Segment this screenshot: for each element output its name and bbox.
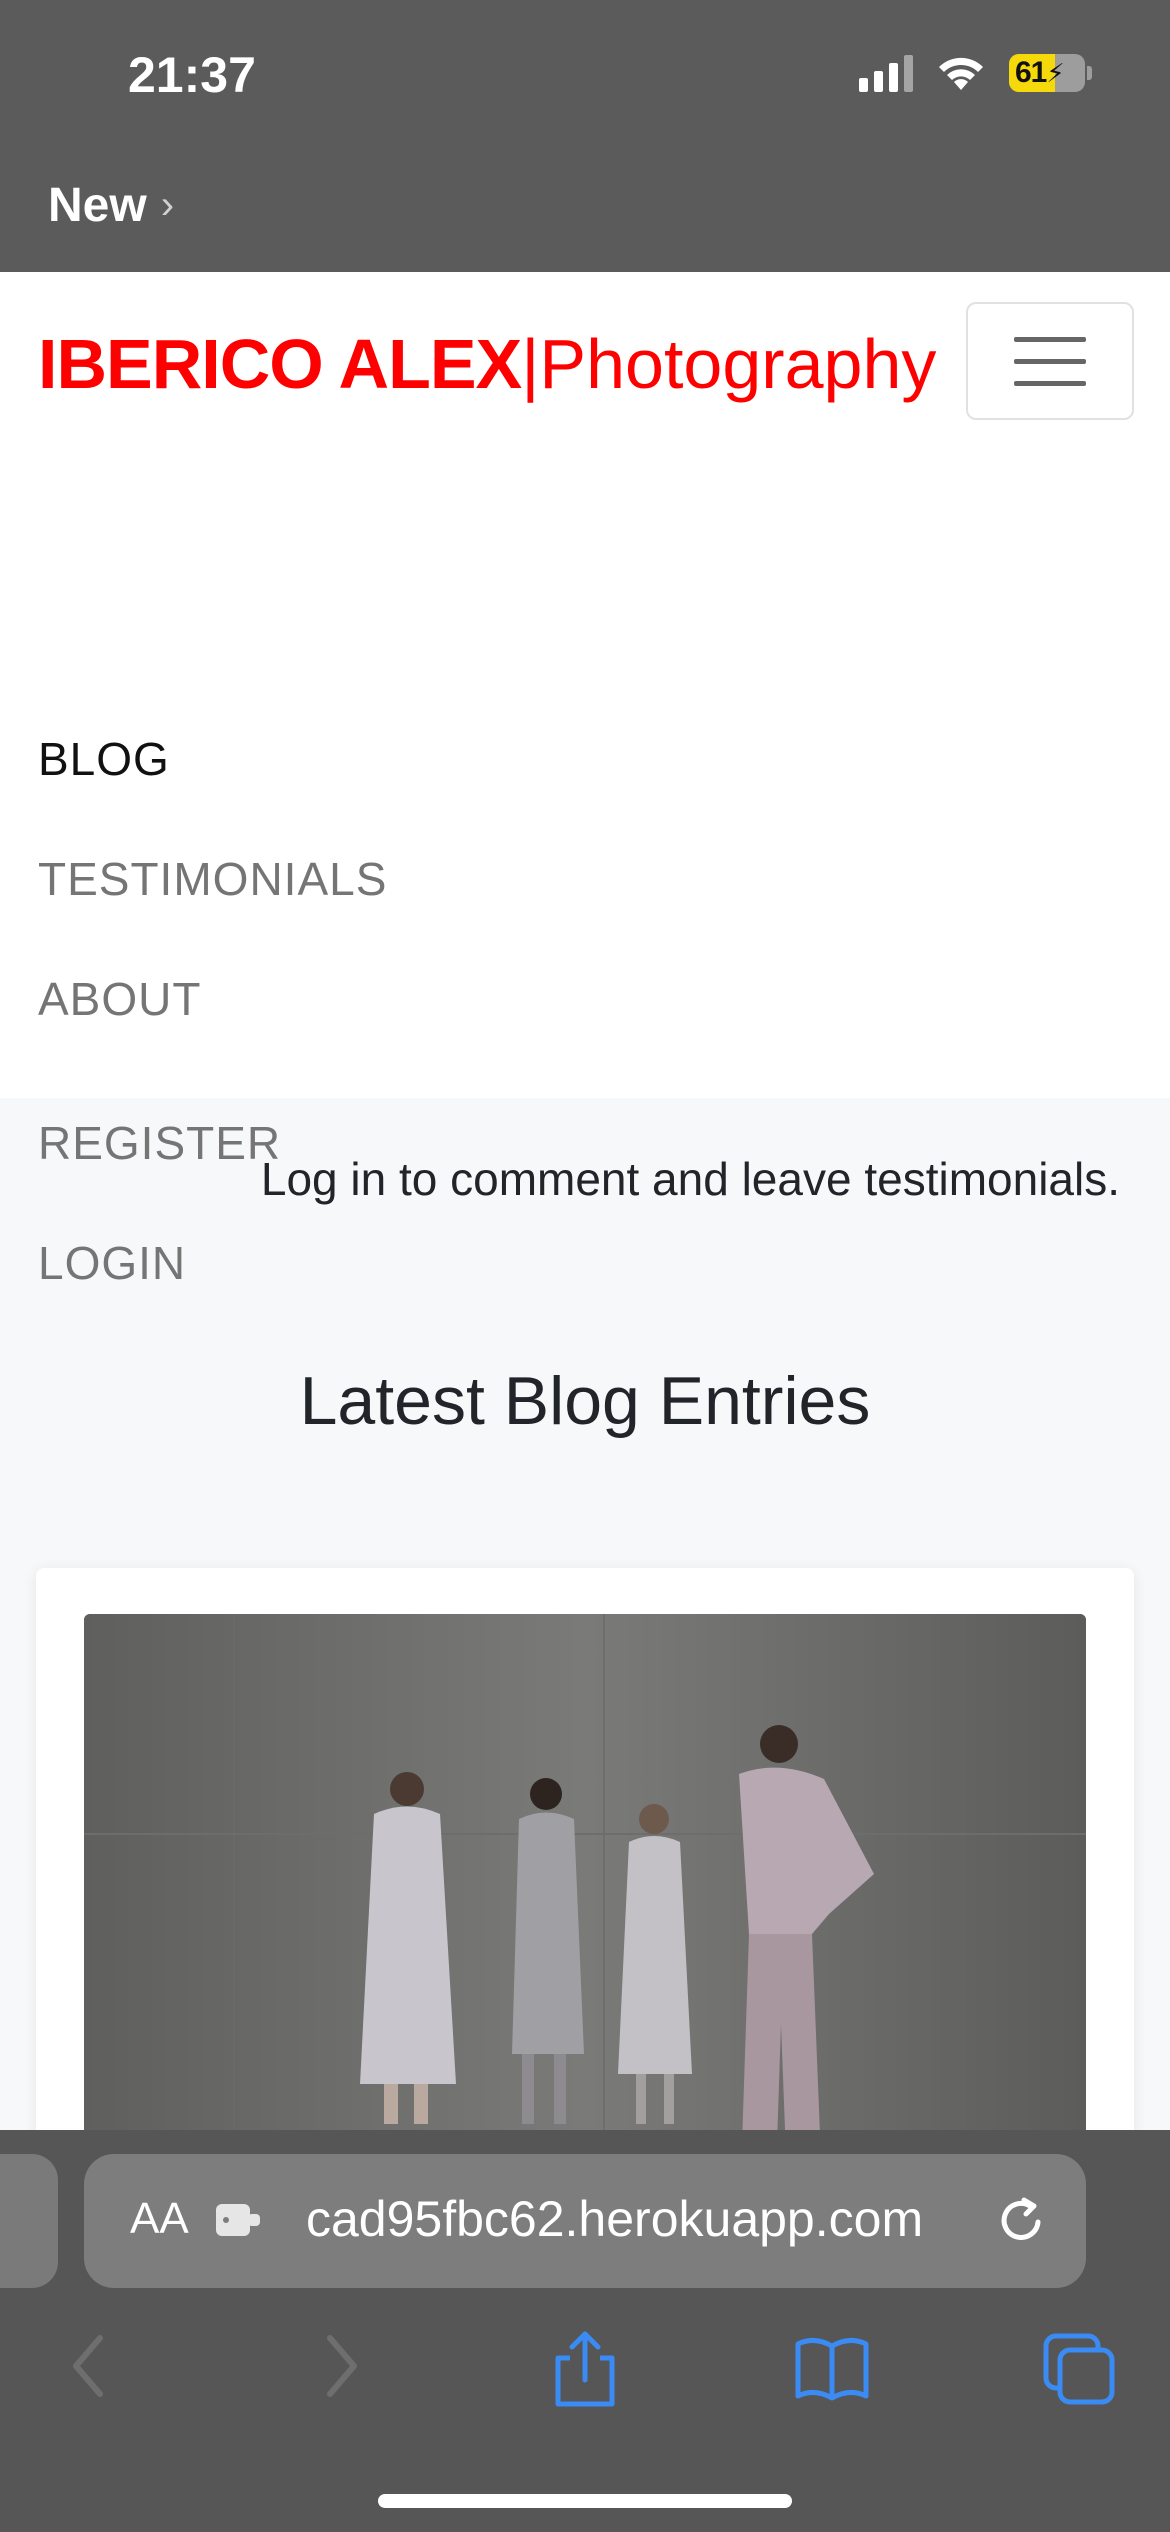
nav-item-about[interactable]: ABOUT [38, 972, 201, 1026]
extension-icon[interactable] [214, 2200, 264, 2245]
text-size-label: AA [130, 2194, 189, 2243]
status-bar: 21:37 61 ⚡ [0, 0, 1170, 150]
blog-entry-card[interactable] [36, 1568, 1134, 2130]
section-title: Latest Blog Entries [299, 1363, 871, 1439]
back-to-app-link[interactable]: New › [48, 178, 174, 233]
brand-main: IBERICO ALEX [38, 325, 522, 403]
share-icon[interactable] [550, 2330, 620, 2415]
previous-tab-preview[interactable] [0, 2154, 58, 2288]
address-bar[interactable]: AA cad95fbc62.herokuapp.com [84, 2154, 1086, 2288]
back-icon[interactable] [66, 2330, 114, 2407]
reload-icon[interactable] [994, 2192, 1050, 2253]
url-text: cad95fbc62.herokuapp.com [306, 2191, 924, 2247]
home-indicator[interactable] [378, 2494, 792, 2508]
battery-icon: 61 ⚡ [1009, 54, 1092, 92]
forward-icon[interactable] [316, 2330, 364, 2407]
hamburger-menu-button[interactable] [966, 302, 1134, 420]
site-navbar: IBERICO ALEX|Photography BLOG TESTIMONIA… [0, 272, 1170, 1289]
site-brand-logo[interactable]: IBERICO ALEX|Photography [38, 324, 936, 404]
wifi-icon [935, 54, 987, 92]
battery-level: 61 [1015, 56, 1047, 89]
brand-separator: | [521, 325, 540, 403]
brand-sub: Photography [539, 325, 937, 403]
cellular-signal-icon [859, 54, 913, 92]
back-label: New [48, 179, 147, 232]
nav-item-testimonials[interactable]: TESTIMONIALS [38, 852, 387, 906]
nav-item-login[interactable]: LOGIN [38, 1236, 186, 1290]
nav-item-blog[interactable]: BLOG [38, 732, 170, 786]
login-note: Log in to comment and leave testimonials… [260, 1153, 1120, 1205]
nav-item-register[interactable]: REGISTER [38, 1116, 281, 1170]
tabs-icon[interactable] [1040, 2330, 1120, 2415]
status-icons: 61 ⚡ [859, 54, 1092, 92]
chevron-right-icon: › [160, 183, 175, 227]
browser-chrome: AA cad95fbc62.herokuapp.com [0, 2130, 1170, 2532]
browser-toolbar [0, 2330, 1170, 2450]
blog-entry-image[interactable] [84, 1614, 1086, 2130]
web-content: IBERICO ALEX|Photography BLOG TESTIMONIA… [0, 272, 1170, 2130]
status-time: 21:37 [128, 47, 256, 103]
bookmarks-icon[interactable] [792, 2330, 872, 2415]
text-size-button[interactable]: AA [130, 2194, 189, 2244]
